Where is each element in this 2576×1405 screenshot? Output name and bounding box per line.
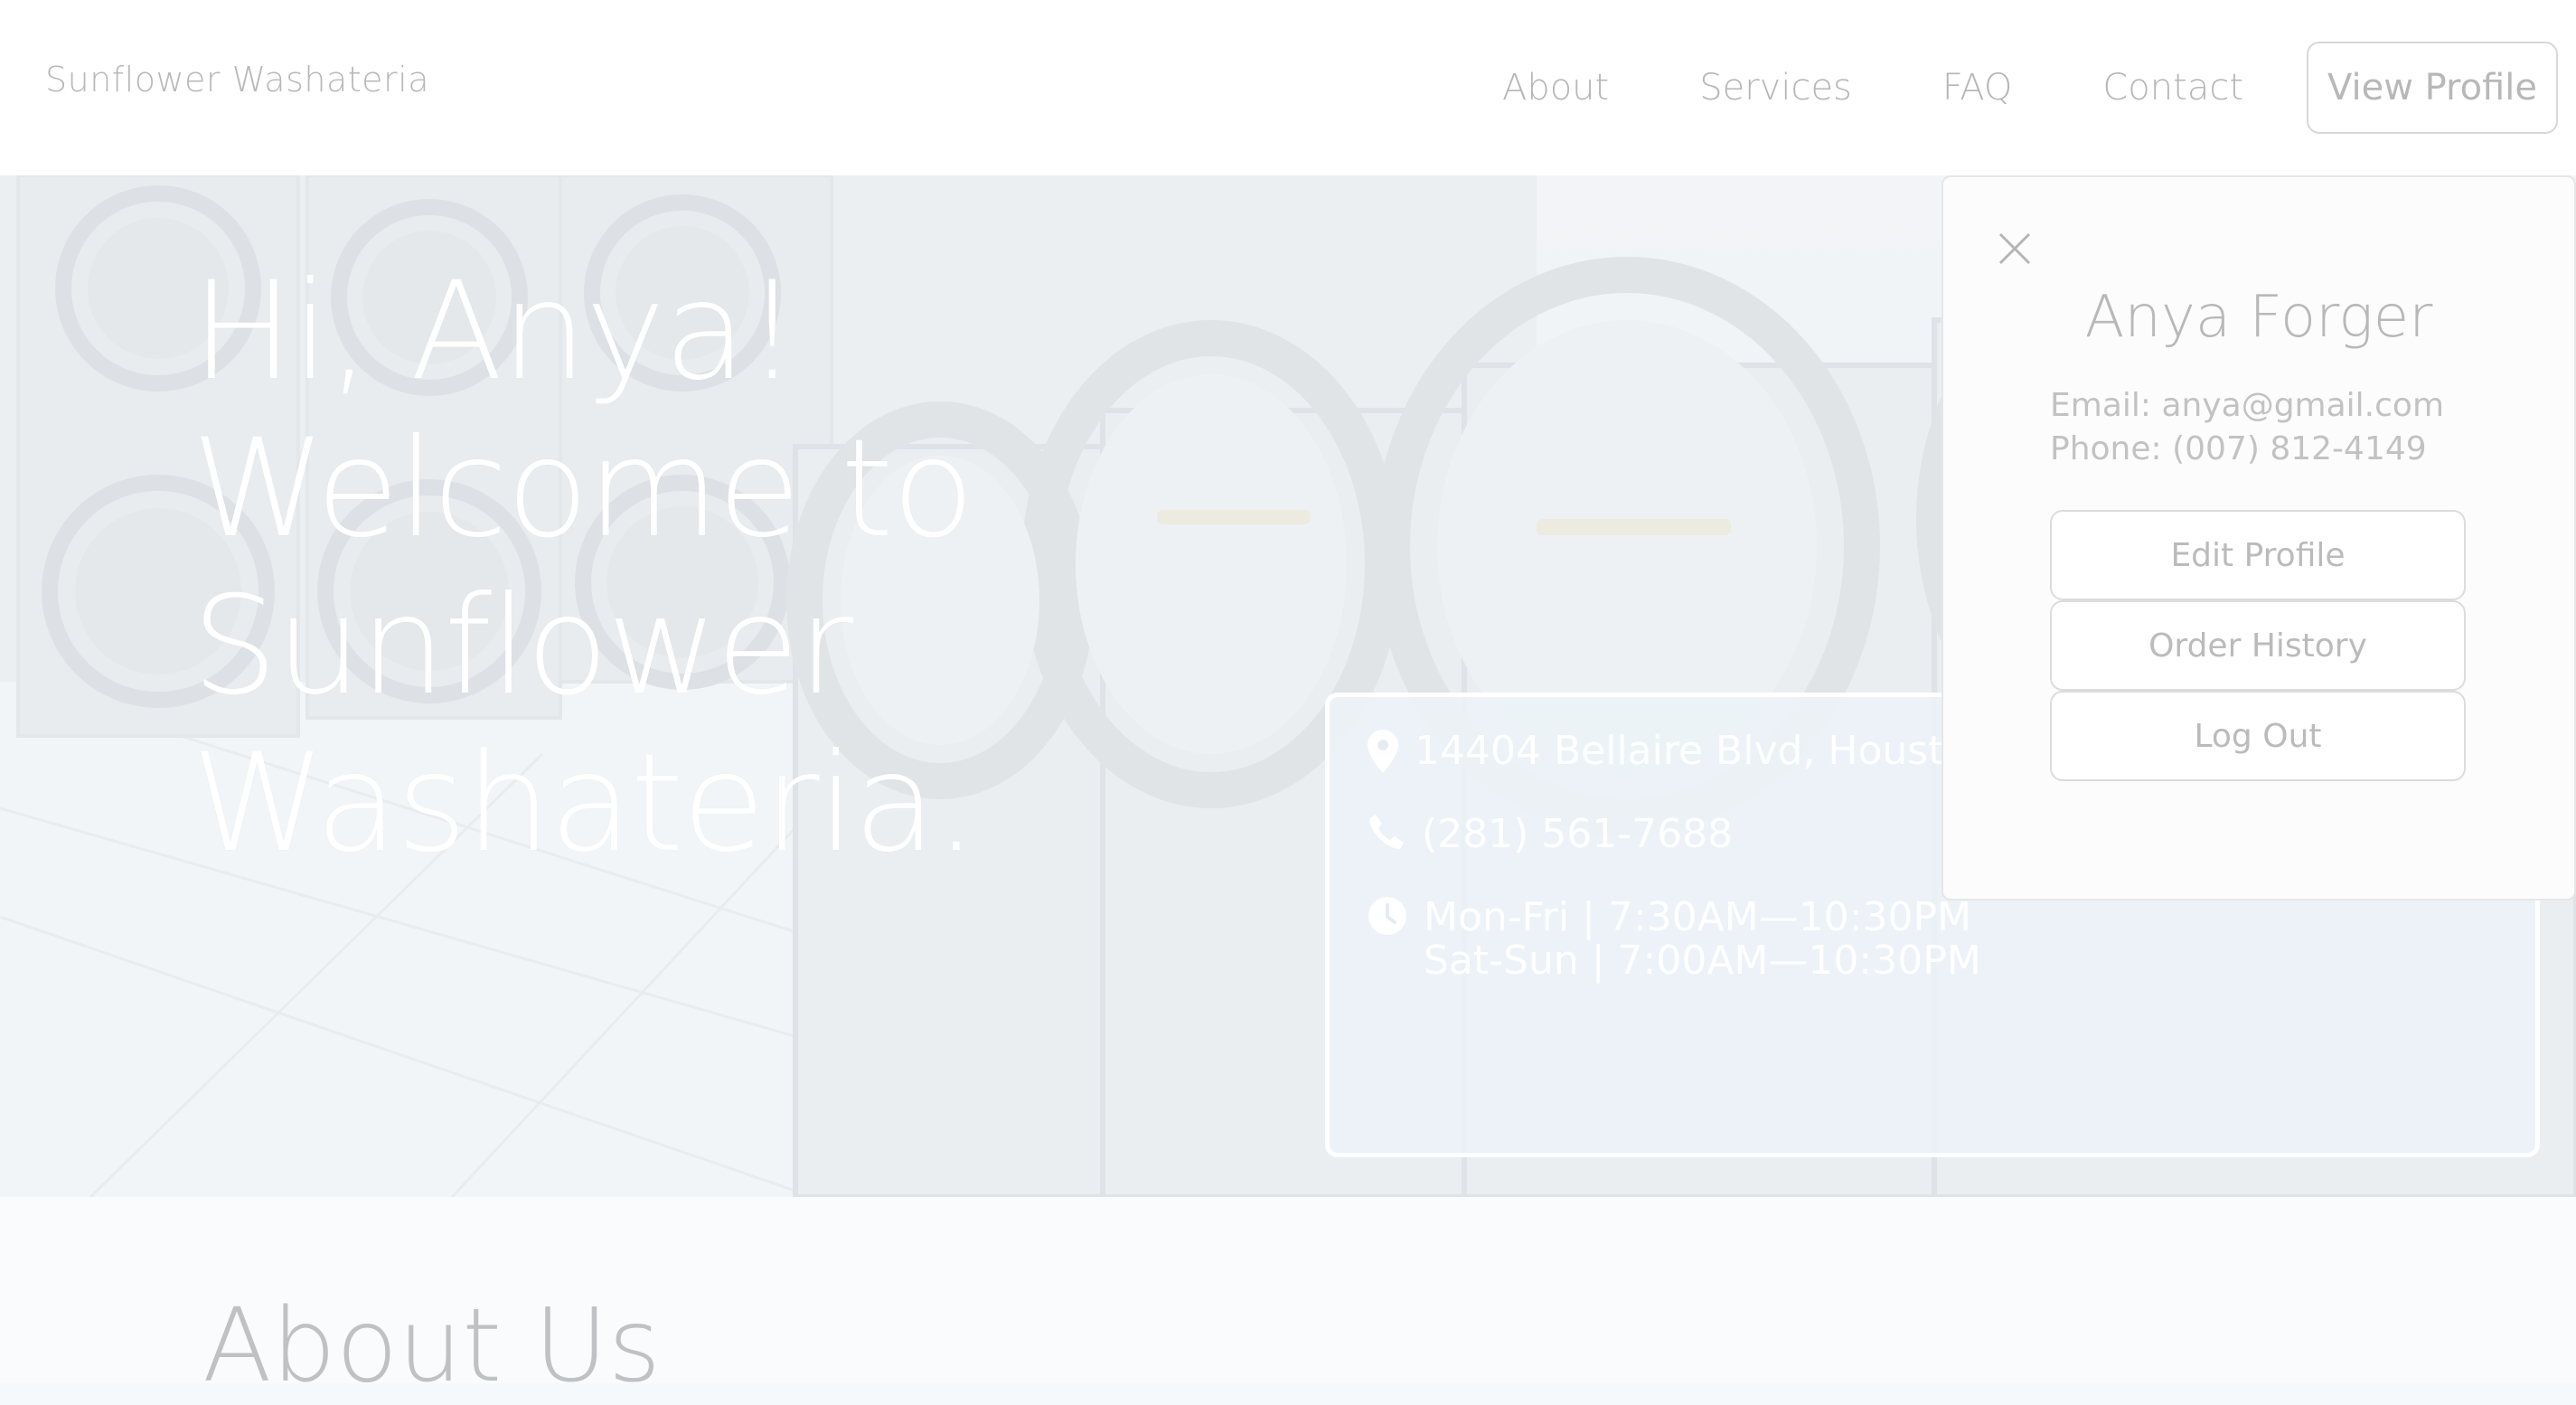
close-icon[interactable] [1998,231,2032,266]
hero-welcome-heading: Hi, Anya! Welcome to Sunflower Washateri… [192,253,1095,882]
view-profile-button[interactable]: View Profile [2307,42,2558,134]
nav-link-contact[interactable]: Contact [2102,67,2243,108]
nav-links: About Services FAQ Contact View Profile [1502,0,2576,175]
hero-title-line: Hi, Anya! [192,253,799,410]
phone-row: (281) 561-7688 [1368,813,1733,856]
log-out-button[interactable]: Log Out [2050,691,2466,781]
phone-icon [1369,815,1404,849]
hours-row: Mon-Fri | 7:30AM—10:30PM Sat-Sun | 7:00A… [1368,896,1981,983]
nav-link-about[interactable]: About [1502,67,1609,108]
map-pin-icon [1368,730,1398,773]
profile-name: Anya Forger [2084,284,2433,351]
top-navbar: Sunflower Washateria About Services FAQ … [0,0,2576,175]
profile-email: Email: anya@gmail.com [2050,387,2445,424]
about-section: About Us [0,1197,2576,1405]
profile-phone: Phone: (007) 812-4149 [2050,430,2427,467]
nav-link-faq[interactable]: FAQ [1942,67,2012,108]
hours-weekend: Sat-Sun | 7:00AM—10:30PM [1424,938,1981,984]
address-row: 14404 Bellaire Blvd, Houston, [1368,730,2006,773]
brand-logo-text[interactable]: Sunflower Washateria [45,60,429,99]
hero-title-line: Washateria. [192,725,978,882]
order-history-button[interactable]: Order History [2050,600,2466,691]
phone-text[interactable]: (281) 561-7688 [1422,813,1733,856]
clock-icon [1368,897,1406,935]
edit-profile-button[interactable]: Edit Profile [2050,510,2466,600]
nav-link-services[interactable]: Services [1699,67,1852,108]
hours-weekday: Mon-Fri | 7:30AM—10:30PM [1424,894,1972,940]
about-heading: About Us [202,1287,662,1405]
profile-panel: Anya Forger Email: anya@gmail.com Phone:… [1941,175,2576,901]
hero-title-line: Welcome to [192,410,974,568]
address-text: 14404 Bellaire Blvd, Houston, [1415,728,2007,774]
hero-title-line: Sunflower [192,568,853,725]
